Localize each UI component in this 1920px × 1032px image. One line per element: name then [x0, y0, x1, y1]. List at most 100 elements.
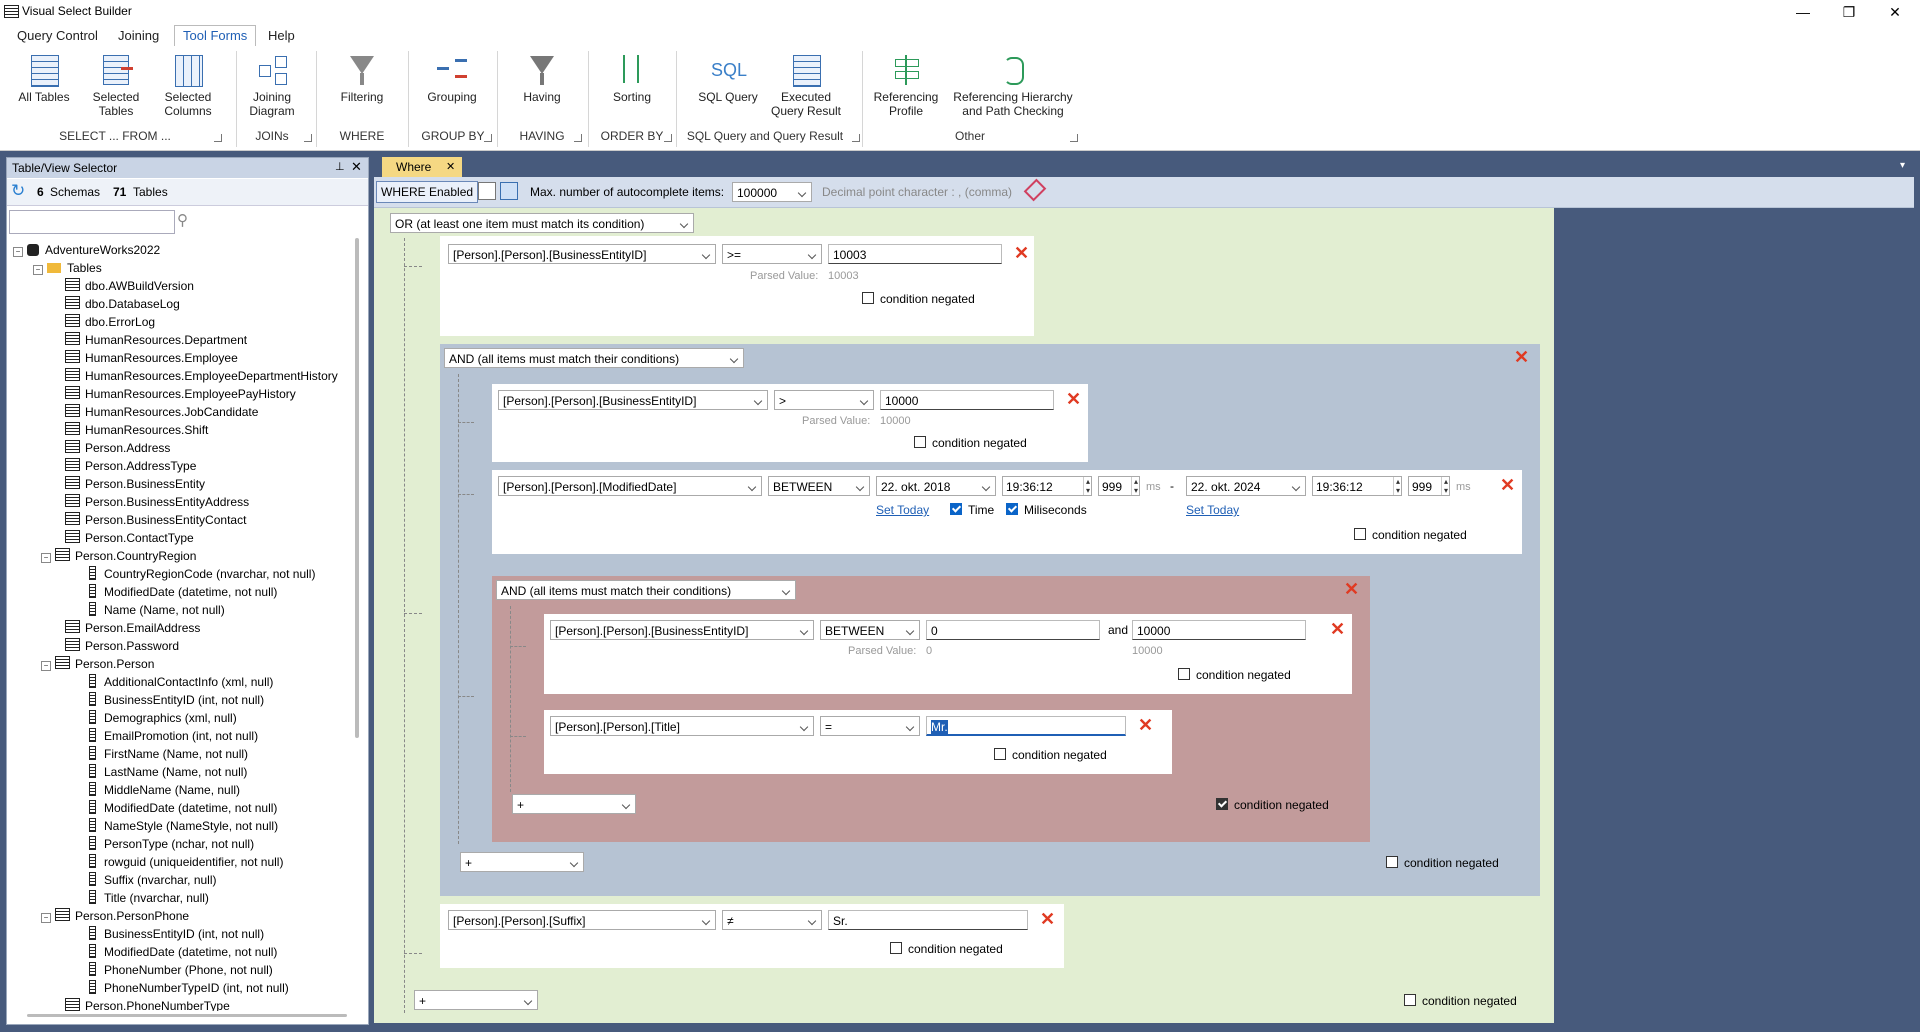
condition-negated-checkbox[interactable]: condition negated — [890, 942, 1003, 956]
tree-column-item[interactable]: ModifiedDate (datetime, not null) — [13, 583, 353, 601]
value-input[interactable]: Sr. — [828, 910, 1028, 930]
condition-negated-checkbox[interactable]: condition negated — [1354, 528, 1467, 542]
value-input[interactable]: 10000 — [880, 390, 1054, 410]
tree-h-scrollbar[interactable] — [27, 1014, 347, 1017]
group-operator-select[interactable]: AND (all items must match their conditio… — [444, 348, 744, 368]
add-item-select[interactable]: + — [512, 794, 636, 814]
column-select[interactable]: [Person].[Person].[BusinessEntityID] — [498, 390, 768, 410]
tree-column-item[interactable]: AdditionalContactInfo (xml, null) — [13, 673, 353, 691]
tree-table-item[interactable]: HumanResources.EmployeeDepartmentHistory — [13, 367, 353, 385]
tree-column-item[interactable]: MiddleName (Name, null) — [13, 781, 353, 799]
referencing-profile-button[interactable]: Referencing Profile — [870, 53, 942, 118]
tab-help[interactable]: Help — [260, 26, 303, 46]
tab-where-document[interactable]: Where ✕ — [382, 157, 462, 177]
condition-negated-checkbox[interactable]: condition negated — [862, 292, 975, 306]
executed-query-result-button[interactable]: Executed Query Result — [770, 53, 842, 118]
delete-condition-icon[interactable]: ✕ — [1138, 716, 1153, 734]
delete-group-icon[interactable]: ✕ — [1514, 348, 1529, 366]
column-select[interactable]: [Person].[Person].[BusinessEntityID] — [448, 244, 716, 264]
tree-table-item[interactable]: dbo.DatabaseLog — [13, 295, 353, 313]
ms-from-input[interactable]: 999 — [1098, 476, 1140, 496]
delete-condition-icon[interactable]: ✕ — [1040, 910, 1055, 928]
table-search-input[interactable] — [9, 210, 175, 234]
tree-table-item[interactable]: HumanResources.EmployeePayHistory — [13, 385, 353, 403]
tab-tool-forms[interactable]: Tool Forms — [174, 25, 257, 46]
dialog-launcher-icon[interactable] — [484, 134, 492, 142]
delete-condition-icon[interactable]: ✕ — [1330, 620, 1345, 638]
ms-to-input[interactable]: 999 — [1408, 476, 1450, 496]
tree-column-item[interactable]: BusinessEntityID (int, not null) — [13, 925, 353, 943]
set-today-link[interactable]: Set Today — [1186, 503, 1239, 517]
dialog-launcher-icon[interactable] — [664, 134, 672, 142]
tree-column-item[interactable]: Name (Name, not null) — [13, 601, 353, 619]
value-input-focused[interactable]: Mr. — [926, 716, 1126, 736]
minimize-icon[interactable]: — — [1780, 2, 1826, 22]
tree-column-item[interactable]: Suffix (nvarchar, null) — [13, 871, 353, 889]
tree-column-item[interactable]: Demographics (xml, null) — [13, 709, 353, 727]
tree-column-item[interactable]: BusinessEntityID (int, not null) — [13, 691, 353, 709]
time-to-input[interactable]: 19:36:12 — [1312, 476, 1402, 496]
tree-scrollbar[interactable] — [355, 238, 359, 738]
operator-select[interactable]: >= — [722, 244, 822, 264]
tree-table-item[interactable]: Person.BusinessEntityContact — [13, 511, 353, 529]
selected-columns-button[interactable]: Selected Columns — [158, 53, 218, 118]
group-negated-checkbox[interactable]: condition negated — [1216, 798, 1329, 812]
operator-select[interactable]: BETWEEN — [820, 620, 920, 640]
group-negated-checkbox[interactable]: condition negated — [1386, 856, 1499, 870]
delete-condition-icon[interactable]: ✕ — [1014, 244, 1029, 262]
collapse-icon[interactable]: − — [41, 553, 51, 563]
collapse-icon[interactable]: − — [41, 661, 51, 671]
grouping-button[interactable]: Grouping — [422, 53, 482, 104]
tree-column-item[interactable]: Title (nvarchar, null) — [13, 889, 353, 907]
view-detail-icon[interactable] — [500, 182, 518, 200]
value-from-input[interactable]: 0 — [926, 620, 1100, 640]
tree-table-item[interactable]: − Person.CountryRegion — [13, 547, 353, 565]
panel-close-icon[interactable]: ✕ — [351, 159, 362, 175]
selected-tables-button[interactable]: Selected Tables — [86, 53, 146, 118]
tree-table-item[interactable]: Person.Address — [13, 439, 353, 457]
dialog-launcher-icon[interactable] — [304, 134, 312, 142]
max-autocomplete-select[interactable]: 100000 — [732, 182, 812, 202]
condition-negated-checkbox[interactable]: condition negated — [1178, 668, 1291, 682]
dialog-launcher-icon[interactable] — [214, 134, 222, 142]
tree-column-item[interactable]: FirstName (Name, not null) — [13, 745, 353, 763]
sql-query-button[interactable]: SQL SQL Query — [692, 53, 764, 104]
delete-group-icon[interactable]: ✕ — [1344, 580, 1359, 598]
tree-table-item[interactable]: Person.BusinessEntityAddress — [13, 493, 353, 511]
group-operator-select[interactable]: AND (all items must match their conditio… — [496, 580, 796, 600]
sorting-button[interactable]: Sorting — [602, 53, 662, 104]
where-enabled-toggle[interactable]: WHERE Enabled — [376, 181, 479, 203]
column-select[interactable]: [Person].[Person].[ModifiedDate] — [498, 476, 762, 496]
tree-column-item[interactable]: LastName (Name, not null) — [13, 763, 353, 781]
tab-joining[interactable]: Joining — [110, 26, 167, 46]
root-add-item-select[interactable]: + — [414, 990, 538, 1010]
referencing-hierarchy-button[interactable]: Referencing Hierarchy and Path Checking — [948, 53, 1078, 118]
tree-column-item[interactable]: NameStyle (NameStyle, not null) — [13, 817, 353, 835]
search-icon[interactable]: ⚲ — [177, 211, 188, 229]
all-tables-button[interactable]: All Tables — [12, 53, 76, 104]
miliseconds-checkbox[interactable]: Miliseconds — [1006, 503, 1087, 517]
value-to-input[interactable]: 10000 — [1132, 620, 1306, 640]
column-select[interactable]: [Person].[Person].[Title] — [550, 716, 814, 736]
time-checkbox[interactable]: Time — [950, 503, 994, 517]
tab-list-chevron-icon[interactable]: ▾ — [1900, 160, 1905, 171]
tree-column-item[interactable]: PhoneNumberTypeID (int, not null) — [13, 979, 353, 997]
column-select[interactable]: [Person].[Person].[BusinessEntityID] — [550, 620, 814, 640]
collapse-icon[interactable]: − — [13, 247, 23, 257]
tree-table-item[interactable]: HumanResources.Employee — [13, 349, 353, 367]
maximize-icon[interactable]: ❐ — [1826, 2, 1872, 22]
tree-column-item[interactable]: PersonType (nchar, not null) — [13, 835, 353, 853]
operator-select[interactable]: = — [820, 716, 920, 736]
condition-negated-checkbox[interactable]: condition negated — [914, 436, 1027, 450]
tab-query-control[interactable]: Query Control — [9, 26, 106, 46]
operator-select[interactable]: > — [774, 390, 874, 410]
date-to-picker[interactable]: 22. okt. 2024 — [1186, 476, 1306, 496]
tree-column-item[interactable]: CountryRegionCode (nvarchar, not null) — [13, 565, 353, 583]
tab-close-icon[interactable]: ✕ — [446, 157, 455, 177]
eraser-icon[interactable] — [1023, 178, 1047, 202]
date-from-picker[interactable]: 22. okt. 2018 — [876, 476, 996, 496]
set-today-link[interactable]: Set Today — [876, 503, 929, 517]
tree-table-item[interactable]: Person.BusinessEntity — [13, 475, 353, 493]
time-from-input[interactable]: 19:36:12 — [1002, 476, 1092, 496]
delete-condition-icon[interactable]: ✕ — [1066, 390, 1081, 408]
